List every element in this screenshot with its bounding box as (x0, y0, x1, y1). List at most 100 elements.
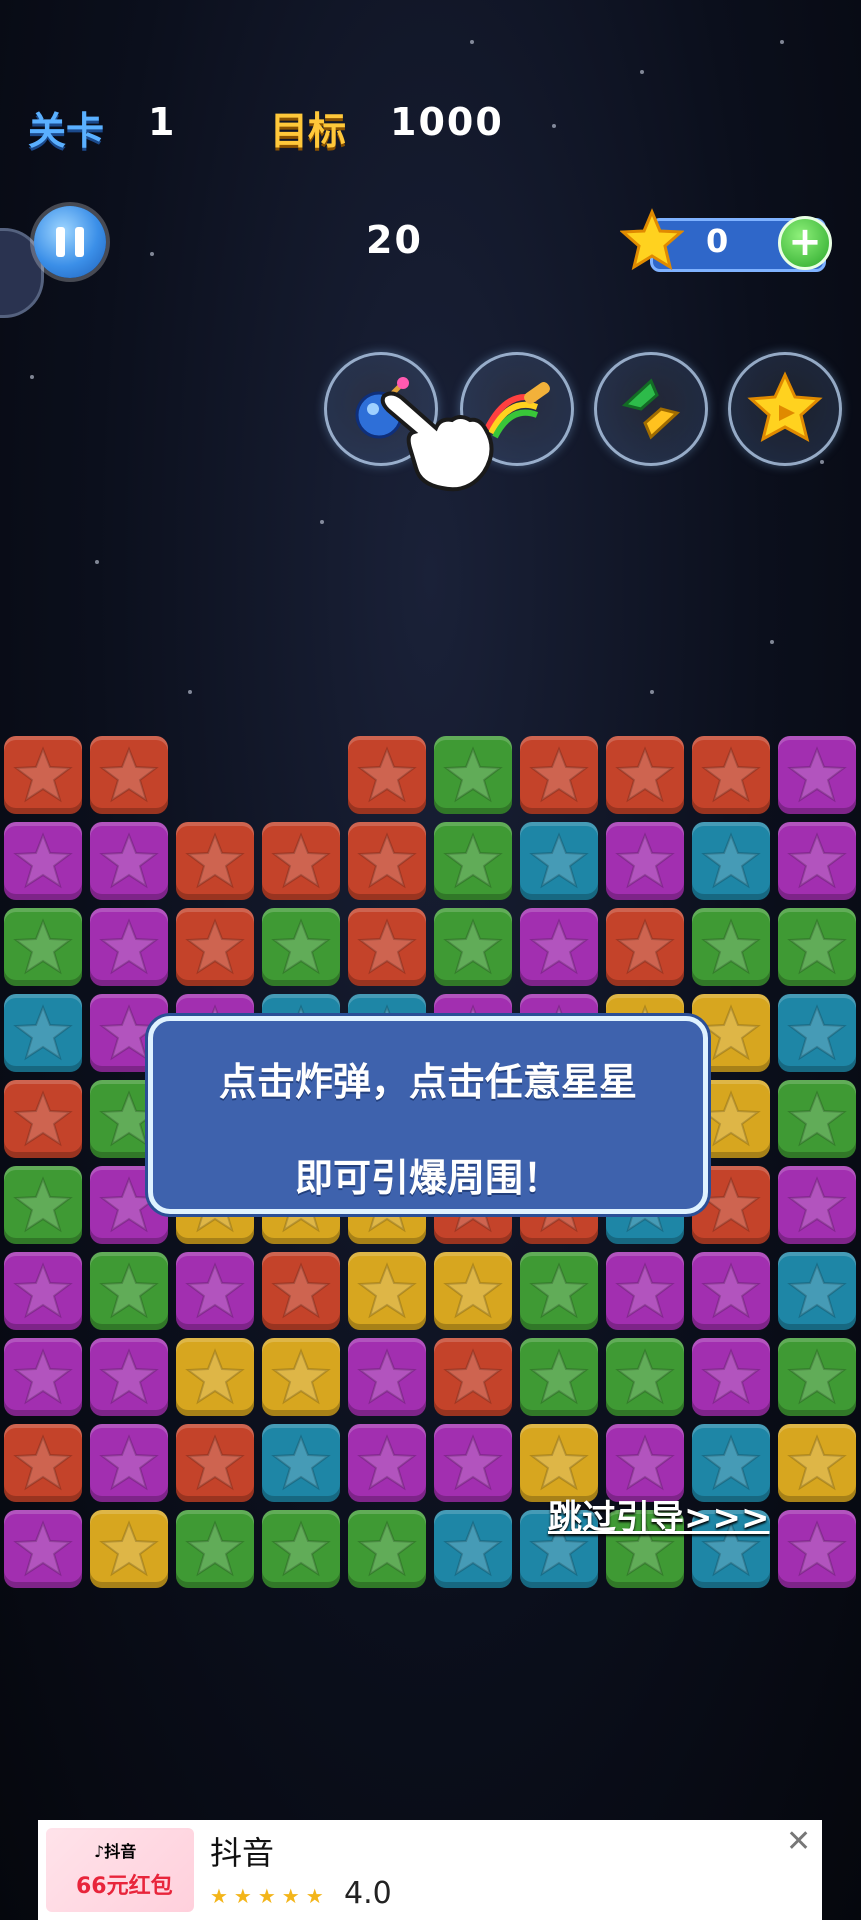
star-icon (701, 832, 761, 889)
star-tile-green[interactable] (434, 908, 512, 986)
star-tile-green[interactable] (434, 736, 512, 814)
star-tile-blue[interactable] (434, 1510, 512, 1588)
star-tile-purple[interactable] (90, 1424, 168, 1502)
star-tile-red[interactable] (4, 1424, 82, 1502)
star-icon (787, 832, 847, 889)
star-tile-red[interactable] (176, 822, 254, 900)
pause-button[interactable] (34, 206, 106, 278)
star-tile-purple[interactable] (606, 822, 684, 900)
add-coins-button[interactable]: + (778, 216, 832, 270)
star-icon (443, 1262, 503, 1319)
star-icon (185, 918, 245, 975)
star-tile-red[interactable] (520, 736, 598, 814)
star-tile-red[interactable] (434, 1338, 512, 1416)
star-tile-green[interactable] (520, 1338, 598, 1416)
video-star-tool[interactable] (728, 352, 842, 466)
skip-tutorial-link[interactable]: 跳过引导>>> (548, 1490, 769, 1539)
star-icon (271, 1262, 331, 1319)
star-tile-yellow[interactable] (348, 1252, 426, 1330)
star-tile-blue[interactable] (778, 1252, 856, 1330)
star-icon (787, 1348, 847, 1405)
star-icon (271, 832, 331, 889)
star-tile-red[interactable] (348, 736, 426, 814)
star-tile-blue[interactable] (4, 994, 82, 1072)
star-tile-green[interactable] (348, 1510, 426, 1588)
star-tile-purple[interactable] (520, 908, 598, 986)
star-tile-green[interactable] (176, 1510, 254, 1588)
star-tile-green[interactable] (692, 908, 770, 986)
star-icon (787, 1004, 847, 1061)
star-tile-green[interactable] (262, 1510, 340, 1588)
star-icon (615, 1348, 675, 1405)
star-tile-purple[interactable] (606, 1252, 684, 1330)
star-icon (185, 1434, 245, 1491)
star-tile-green[interactable] (778, 1080, 856, 1158)
star-icon (615, 832, 675, 889)
star-tile-green[interactable] (606, 1338, 684, 1416)
star-tile-red[interactable] (4, 1080, 82, 1158)
star-icon (529, 918, 589, 975)
tutorial-text-line2: 即可引爆周围！ (294, 1156, 561, 1200)
star-tile-purple[interactable] (778, 822, 856, 900)
star-tile-purple[interactable] (434, 1424, 512, 1502)
star-tile-purple[interactable] (4, 1338, 82, 1416)
star-tile-red[interactable] (90, 736, 168, 814)
star-icon (615, 1434, 675, 1491)
ad-close-button[interactable]: ✕ (786, 1824, 811, 1859)
star-tile-purple[interactable] (4, 1510, 82, 1588)
star-tile-red[interactable] (176, 908, 254, 986)
star-tile-red[interactable] (348, 908, 426, 986)
star-tile-purple[interactable] (176, 1252, 254, 1330)
star-tile-blue[interactable] (692, 822, 770, 900)
ad-banner[interactable]: ♪抖音 66元红包 抖音 ★★★★★ 4.0 ✕ (38, 1820, 822, 1920)
star-tile-red[interactable] (262, 1252, 340, 1330)
star-tile-green[interactable] (90, 1252, 168, 1330)
star-tile-purple[interactable] (90, 908, 168, 986)
star-tile-purple[interactable] (4, 822, 82, 900)
star-tile-purple[interactable] (692, 1252, 770, 1330)
star-tile-yellow[interactable] (262, 1338, 340, 1416)
star-tile-red[interactable] (348, 822, 426, 900)
star-tile-yellow[interactable] (778, 1424, 856, 1502)
star-tile-yellow[interactable] (176, 1338, 254, 1416)
star-tile-purple[interactable] (348, 1424, 426, 1502)
star-tile-red[interactable] (262, 822, 340, 900)
star-tile-green[interactable] (778, 1338, 856, 1416)
star-tile-yellow[interactable] (90, 1510, 168, 1588)
star-icon (13, 1262, 73, 1319)
star-icon (787, 1262, 847, 1319)
star-tile-purple[interactable] (778, 736, 856, 814)
star-tile-green[interactable] (262, 908, 340, 986)
star-tile-green[interactable] (434, 822, 512, 900)
star-tile-red[interactable] (606, 736, 684, 814)
star-tile-green[interactable] (778, 908, 856, 986)
star-icon (185, 832, 245, 889)
star-tile-green[interactable] (4, 1166, 82, 1244)
star-tile-red[interactable] (4, 736, 82, 814)
star-icon (13, 1434, 73, 1491)
star-tile-red[interactable] (606, 908, 684, 986)
star-tile-green[interactable] (520, 1252, 598, 1330)
star-icon (357, 1262, 417, 1319)
star-tile-purple[interactable] (348, 1338, 426, 1416)
star-icon (529, 746, 589, 803)
star-icon (357, 1520, 417, 1577)
star-icon (615, 1262, 675, 1319)
star-tile-red[interactable] (176, 1424, 254, 1502)
star-tile-red[interactable] (692, 736, 770, 814)
star-tile-green[interactable] (4, 908, 82, 986)
star-tile-purple[interactable] (4, 1252, 82, 1330)
star-tile-purple[interactable] (90, 822, 168, 900)
swap-tool[interactable] (594, 352, 708, 466)
star-tile-purple[interactable] (692, 1338, 770, 1416)
star-tile-purple[interactable] (778, 1510, 856, 1588)
star-tile-blue[interactable] (520, 822, 598, 900)
star-tile-purple[interactable] (778, 1166, 856, 1244)
star-tile-yellow[interactable] (434, 1252, 512, 1330)
star-tile-blue[interactable] (262, 1424, 340, 1502)
star-tile-blue[interactable] (778, 994, 856, 1072)
star-icon (357, 746, 417, 803)
star-icon (787, 1434, 847, 1491)
tutorial-tooltip: 点击炸弹，点击任意星星 即可引爆周围！ (148, 1016, 708, 1214)
star-tile-purple[interactable] (90, 1338, 168, 1416)
